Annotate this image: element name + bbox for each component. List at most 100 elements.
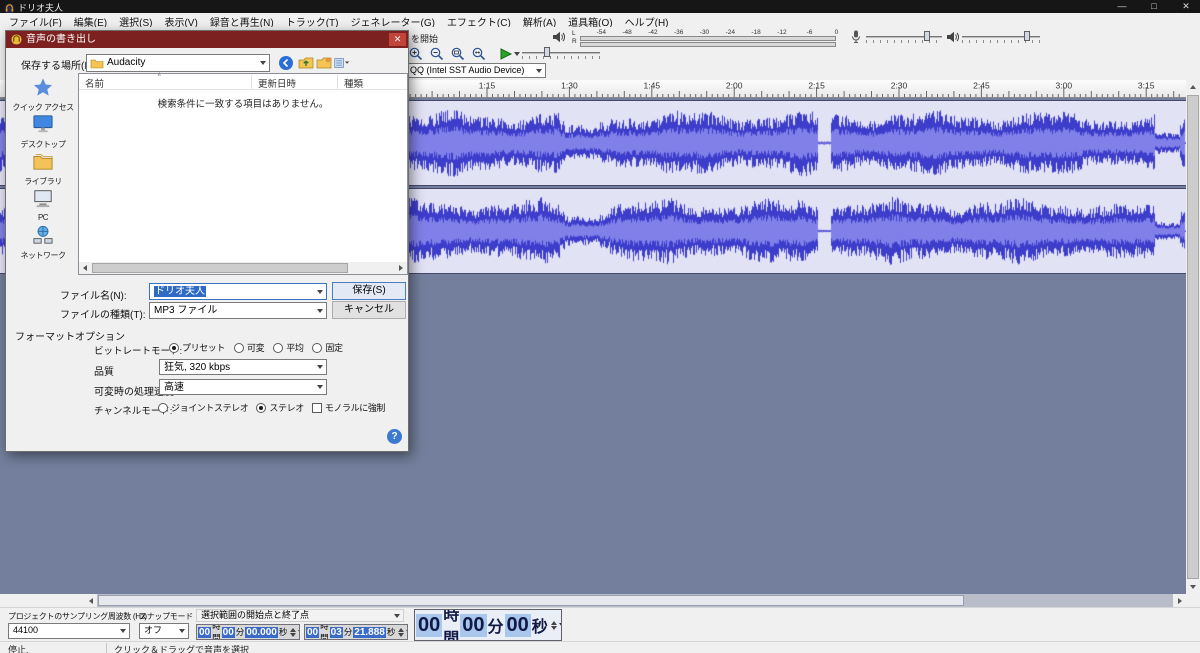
snap-mode-combo[interactable]: オフ bbox=[139, 623, 189, 639]
playback-volume-slider[interactable] bbox=[962, 31, 1040, 44]
hscroll-thumb[interactable] bbox=[98, 595, 964, 606]
zoom-fit-icon[interactable] bbox=[469, 46, 488, 62]
slider-thumb[interactable] bbox=[1024, 31, 1030, 41]
radio-label: プリセット bbox=[182, 343, 226, 353]
menu-item-5[interactable]: トラック(T) bbox=[280, 13, 345, 29]
time-digits[interactable]: 00 bbox=[460, 613, 487, 637]
save-location-combo[interactable]: Audacity bbox=[86, 54, 270, 72]
playback-meter-left[interactable] bbox=[580, 36, 836, 41]
time-digits[interactable]: 00.000 bbox=[245, 626, 278, 638]
scroll-right-button[interactable] bbox=[1173, 594, 1186, 607]
meter-monitor-text[interactable]: を開始 bbox=[411, 32, 438, 45]
channel-radio-1[interactable]: ステレオ bbox=[256, 401, 304, 414]
time-digits[interactable]: 00 bbox=[221, 626, 235, 638]
time-spinner[interactable] bbox=[396, 627, 405, 637]
new-folder-icon[interactable] bbox=[316, 55, 333, 72]
playback-meter-right[interactable] bbox=[580, 42, 836, 47]
variable-speed-value: 高速 bbox=[164, 382, 184, 393]
up-folder-icon[interactable] bbox=[298, 55, 315, 72]
time-digits[interactable]: 00 bbox=[198, 626, 212, 638]
filetype-value: MP3 ファイル bbox=[154, 305, 218, 316]
menu-item-4[interactable]: 録音と再生(N) bbox=[204, 13, 280, 29]
menu-item-6[interactable]: ジェネレーター(G) bbox=[344, 13, 440, 29]
time-menu-caret-icon[interactable] bbox=[298, 630, 299, 634]
sidebar-item-1[interactable]: デスクトップ bbox=[12, 114, 74, 151]
view-menu-icon[interactable] bbox=[334, 55, 356, 72]
minimize-button[interactable]: — bbox=[1108, 0, 1136, 13]
maximize-button[interactable]: □ bbox=[1140, 0, 1168, 13]
sidebar-item-4[interactable]: ネットワーク bbox=[12, 225, 74, 262]
scroll-right-button[interactable] bbox=[395, 262, 407, 274]
play-speed-slider[interactable] bbox=[522, 47, 600, 60]
vscroll-thumb[interactable] bbox=[1187, 95, 1199, 579]
playback-device-combo[interactable]: QQ (Intel SST Audio Device) bbox=[406, 63, 546, 78]
dialog-icon bbox=[11, 34, 22, 45]
quality-combo[interactable]: 狂気, 320 kbps bbox=[159, 359, 327, 375]
app-icon bbox=[4, 1, 15, 14]
time-spinner[interactable] bbox=[288, 627, 297, 637]
slider-thumb[interactable] bbox=[544, 47, 550, 57]
sidebar-item-2[interactable]: ライブラリ bbox=[12, 151, 74, 188]
column-name[interactable]: 名前 bbox=[85, 76, 104, 90]
cancel-button[interactable]: キャンセル bbox=[332, 301, 406, 319]
hscroll-filler bbox=[0, 594, 84, 607]
sample-rate-combo[interactable]: 44100 bbox=[8, 623, 130, 639]
time-digits[interactable]: 21.888 bbox=[353, 626, 386, 638]
menu-item-9[interactable]: 道具箱(O) bbox=[562, 13, 618, 29]
vertical-scrollbar[interactable] bbox=[1186, 80, 1200, 594]
menu-item-10[interactable]: ヘルプ(H) bbox=[619, 13, 675, 29]
column-type[interactable]: 種類 bbox=[344, 76, 363, 90]
menu-item-0[interactable]: ファイル(F) bbox=[3, 13, 68, 29]
selection-mode-combo[interactable]: 選択範囲の開始点と終了点 bbox=[196, 609, 404, 622]
slider-thumb[interactable] bbox=[924, 31, 930, 41]
scroll-left-button[interactable] bbox=[84, 594, 97, 607]
selection-end-field[interactable]: 00 時間 03 分 21.888 秒 bbox=[304, 624, 408, 640]
menu-item-7[interactable]: エフェクト(C) bbox=[441, 13, 517, 29]
play-at-speed-button[interactable] bbox=[499, 47, 513, 60]
help-button[interactable]: ? bbox=[387, 429, 402, 444]
filename-input[interactable]: ドリオ夫人 bbox=[149, 283, 327, 300]
time-digits[interactable]: 00 bbox=[306, 626, 320, 638]
force-mono-checkbox[interactable]: モノラルに強制 bbox=[311, 401, 385, 414]
audio-position-field[interactable]: 00 時間 00 分 00 秒 bbox=[414, 609, 562, 641]
menu-item-2[interactable]: 選択(S) bbox=[113, 13, 158, 29]
sidebar-item-3[interactable]: PC bbox=[12, 188, 74, 225]
save-location-value: Audacity bbox=[107, 57, 146, 68]
sidebar-item-0[interactable]: クイック アクセス bbox=[12, 77, 74, 114]
play-at-speed-caret-icon[interactable] bbox=[514, 52, 520, 56]
recording-volume-slider[interactable] bbox=[866, 31, 942, 44]
scroll-left-button[interactable] bbox=[79, 262, 91, 274]
time-digits[interactable]: 00 bbox=[504, 613, 531, 637]
time-spinner[interactable] bbox=[549, 620, 557, 630]
dialog-close-button[interactable]: ✕ bbox=[389, 33, 406, 46]
bitrate-radio-1[interactable]: 可変 bbox=[234, 341, 265, 354]
time-menu-caret-icon[interactable] bbox=[558, 623, 561, 627]
menu-item-3[interactable]: 表示(V) bbox=[158, 13, 203, 29]
horizontal-scrollbar[interactable] bbox=[84, 594, 1186, 607]
menu-item-8[interactable]: 解析(A) bbox=[517, 13, 562, 29]
title-bar: ドリオ夫人 — □ ✕ bbox=[0, 0, 1200, 14]
menu-item-1[interactable]: 編集(E) bbox=[68, 13, 113, 29]
selection-start-field[interactable]: 00 時間 00 分 00.000 秒 bbox=[196, 624, 300, 640]
bitrate-radio-2[interactable]: 平均 bbox=[273, 341, 304, 354]
time-menu-caret-icon[interactable] bbox=[406, 630, 407, 634]
save-button[interactable]: 保存(S) bbox=[332, 282, 406, 300]
file-list[interactable]: 名前 ∧ 更新日時 種類 検索条件に一致する項目はありません。 bbox=[78, 72, 408, 275]
scroll-down-button[interactable] bbox=[1186, 580, 1200, 594]
zoom-out-icon[interactable] bbox=[427, 46, 446, 62]
filetype-combo[interactable]: MP3 ファイル bbox=[149, 302, 327, 319]
bitrate-radio-0[interactable]: プリセット bbox=[169, 341, 225, 354]
scroll-up-button[interactable] bbox=[1186, 80, 1200, 94]
channel-radio-0[interactable]: ジョイントステレオ bbox=[158, 401, 249, 414]
time-digits[interactable]: 00 bbox=[416, 613, 443, 637]
time-digits[interactable]: 03 bbox=[329, 626, 343, 638]
close-button[interactable]: ✕ bbox=[1172, 0, 1200, 13]
list-hscroll-thumb[interactable] bbox=[92, 263, 348, 273]
back-icon[interactable] bbox=[278, 55, 295, 72]
dialog-title-bar[interactable]: 音声の書き出し ✕ bbox=[6, 31, 408, 48]
column-modified[interactable]: 更新日時 bbox=[258, 76, 296, 90]
bitrate-radio-3[interactable]: 固定 bbox=[312, 341, 343, 354]
zoom-selection-icon[interactable] bbox=[448, 46, 467, 62]
variable-speed-combo[interactable]: 高速 bbox=[159, 379, 327, 395]
list-horizontal-scrollbar[interactable] bbox=[79, 262, 407, 274]
